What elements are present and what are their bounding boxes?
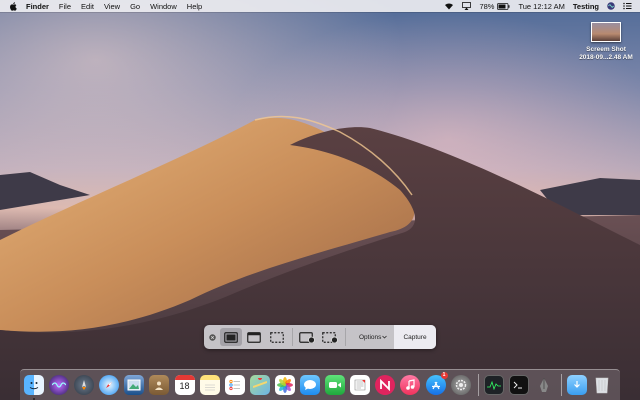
battery-percent[interactable]: 78%: [479, 2, 494, 11]
file-date-label: 2018-09...2.48 AM: [579, 54, 633, 61]
maps-icon[interactable]: [249, 375, 270, 395]
dock: 18 1: [20, 369, 620, 400]
screenshot-toolbar: Options Capture: [204, 325, 436, 349]
toolbar-divider: [292, 328, 293, 346]
terminal-icon[interactable]: [508, 375, 529, 395]
user-name[interactable]: Testing: [573, 2, 599, 11]
photos-icon[interactable]: [274, 375, 295, 395]
options-label: Options: [359, 333, 382, 341]
menu-help[interactable]: Help: [187, 2, 202, 11]
facetime-icon[interactable]: [325, 375, 346, 395]
itunes-icon[interactable]: [400, 375, 421, 395]
options-dropdown[interactable]: Options: [353, 325, 393, 349]
calendar-day: 18: [179, 381, 190, 391]
photo-viewer-icon[interactable]: [124, 375, 145, 395]
chevron-down-icon: [382, 334, 388, 341]
script-editor-icon[interactable]: [534, 375, 554, 395]
system-preferences-icon[interactable]: [450, 375, 471, 395]
app-store-icon[interactable]: 1: [425, 372, 448, 395]
dock-divider: [560, 374, 562, 396]
finder-icon[interactable]: [24, 375, 44, 400]
capture-window-button[interactable]: [243, 328, 265, 346]
apple-menu-icon[interactable]: [9, 1, 19, 11]
news-icon[interactable]: [350, 375, 371, 395]
calendar-icon[interactable]: 18: [174, 375, 195, 395]
record-entire-screen-button[interactable]: [296, 328, 318, 346]
notification-center-icon[interactable]: [623, 2, 632, 10]
safari-icon[interactable]: [99, 375, 120, 395]
menu-edit[interactable]: Edit: [81, 2, 94, 11]
siri-icon[interactable]: [607, 2, 615, 10]
close-icon[interactable]: [204, 333, 220, 341]
record-selection-button[interactable]: [319, 328, 341, 346]
launchpad-icon[interactable]: [74, 375, 95, 395]
activity-monitor-icon[interactable]: [483, 375, 504, 395]
file-name-label: Screem Shot: [586, 46, 626, 53]
desktop-file-screenshot[interactable]: Screem Shot 2018-09...2.48 AM: [574, 22, 638, 62]
toolbar-divider: [345, 328, 346, 346]
news-app-icon[interactable]: [375, 375, 396, 395]
trash-icon[interactable]: [592, 375, 612, 395]
menu-window[interactable]: Window: [150, 2, 177, 11]
clock[interactable]: Tue 12:12 AM: [518, 2, 564, 11]
status-area: 78% Tue 12:12 AM Testing: [436, 0, 640, 12]
capture-selection-button[interactable]: [266, 328, 288, 346]
capture-button[interactable]: Capture: [394, 325, 436, 349]
reminders-icon[interactable]: [224, 375, 245, 395]
downloads-folder-icon[interactable]: [566, 375, 587, 395]
notes-icon[interactable]: [199, 375, 220, 395]
battery-icon[interactable]: [497, 2, 510, 10]
menu-view[interactable]: View: [104, 2, 120, 11]
menu-go[interactable]: Go: [130, 2, 140, 11]
screenshot-thumbnail: [591, 22, 621, 42]
menu-app-name[interactable]: Finder: [26, 2, 49, 11]
siri-icon[interactable]: [49, 375, 70, 395]
capture-entire-screen-button[interactable]: [220, 328, 242, 346]
messages-icon[interactable]: [300, 375, 321, 395]
menu-bar: Finder File Edit View Go Window Help 78%…: [0, 0, 640, 12]
wifi-icon[interactable]: [444, 2, 454, 10]
contacts-icon[interactable]: [149, 375, 170, 395]
menu-file[interactable]: File: [59, 2, 71, 11]
airplay-icon[interactable]: [462, 2, 472, 10]
dock-divider: [477, 374, 479, 396]
app-store-badge: 1: [440, 372, 448, 379]
